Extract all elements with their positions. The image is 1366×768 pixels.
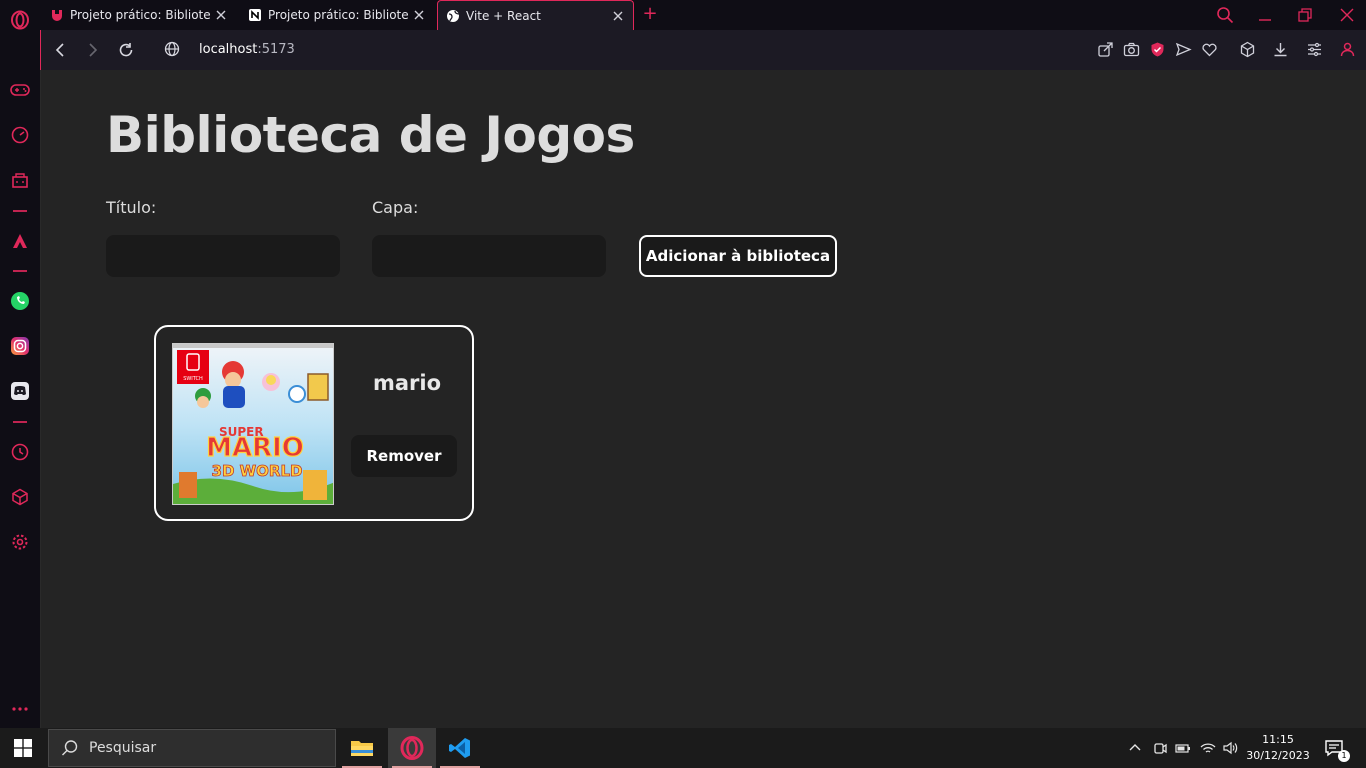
whatsapp-icon[interactable]: [9, 290, 31, 312]
url-port: :5173: [257, 42, 295, 57]
screen: Projeto prático: Biblioteca de Projeto p…: [0, 0, 1366, 768]
forward-arrow-icon[interactable]: [84, 41, 102, 59]
tab-title: Vite + React: [466, 8, 541, 23]
gamepad-icon[interactable]: [9, 79, 31, 101]
reload-icon[interactable]: [117, 41, 135, 59]
title-input[interactable]: [106, 235, 340, 277]
chevron-up-icon[interactable]: [1127, 740, 1143, 756]
tab-vite-react[interactable]: Vite + React: [437, 0, 634, 30]
tab-title: Projeto prático: Biblioteca de: [268, 8, 408, 22]
notification-badge: 1: [1338, 750, 1350, 762]
camera-snapshot-icon[interactable]: [1123, 41, 1140, 58]
globe-icon: [446, 9, 460, 23]
history-clock-icon[interactable]: [9, 441, 31, 463]
url-field[interactable]: localhost:5173: [199, 42, 295, 57]
game-title: mario: [372, 371, 442, 395]
game-card: SWITCH SUPER MARIO 3D WORLD mario Remove…: [154, 325, 474, 521]
aria-icon[interactable]: [9, 230, 31, 252]
opera-icon: [400, 736, 424, 760]
profile-icon[interactable]: [1339, 41, 1356, 58]
notion-icon: [248, 8, 262, 22]
sidebar-separator: [13, 421, 27, 423]
vscode-icon: [449, 738, 470, 758]
heart-bookmark-icon[interactable]: [1201, 41, 1218, 58]
search-icon: [62, 740, 78, 756]
folder-icon: [351, 741, 373, 756]
cube-icon[interactable]: [9, 486, 31, 508]
opera-sidebar: [0, 0, 40, 728]
cover-logo-3dworld: 3D WORLD: [212, 462, 303, 480]
page-title: Biblioteca de Jogos: [106, 106, 635, 164]
easy-setup-icon[interactable]: [1306, 41, 1323, 58]
cover-label: Capa:: [372, 198, 419, 217]
back-arrow-icon[interactable]: [51, 41, 69, 59]
wifi-icon[interactable]: [1200, 740, 1216, 756]
game-cover-image: SWITCH SUPER MARIO 3D WORLD: [172, 343, 334, 505]
site-globe-icon[interactable]: [164, 41, 182, 59]
close-window-icon[interactable]: [1338, 6, 1356, 24]
twitch-like-icon[interactable]: [9, 169, 31, 191]
new-tab-button[interactable]: +: [640, 4, 660, 24]
instagram-icon[interactable]: [9, 335, 31, 357]
speedometer-icon[interactable]: [9, 124, 31, 146]
more-dots-icon[interactable]: [9, 698, 31, 720]
url-host: localhost: [199, 42, 258, 57]
share-icon[interactable]: [1097, 41, 1114, 58]
switch-logo-text: SWITCH: [183, 376, 203, 382]
send-arrow-icon[interactable]: [1175, 41, 1192, 58]
settings-gear-icon[interactable]: [9, 531, 31, 553]
discord-icon[interactable]: [9, 380, 31, 402]
cover-logo-mario: MARIO: [206, 433, 304, 463]
extensions-cube-icon[interactable]: [1239, 41, 1256, 58]
add-to-library-button[interactable]: Adicionar à biblioteca: [639, 235, 837, 277]
vscode-taskbar-button[interactable]: [436, 728, 484, 768]
opera-menu-icon[interactable]: [9, 9, 31, 31]
notification-center-icon[interactable]: 1: [1324, 738, 1350, 762]
windows-taskbar: Pesquisar 11:15 30/12/2023 1: [0, 728, 1366, 768]
sidebar-separator: [13, 210, 27, 212]
tab-projeto-gitlab[interactable]: Projeto prático: Biblioteca de: [42, 0, 236, 30]
cover-input[interactable]: [372, 235, 606, 277]
tab-projeto-notion[interactable]: Projeto prático: Biblioteca de: [240, 0, 434, 30]
battery-icon[interactable]: [1175, 740, 1191, 756]
title-label: Título:: [106, 198, 157, 217]
windows-start-icon[interactable]: [14, 739, 32, 757]
taskbar-search-box[interactable]: Pesquisar: [48, 729, 336, 767]
opera-taskbar-button[interactable]: [388, 728, 436, 768]
remove-game-button[interactable]: Remover: [351, 435, 457, 477]
close-tab-icon[interactable]: [611, 9, 625, 23]
gitlab-like-shield-icon: [50, 8, 64, 22]
tab-title: Projeto prático: Biblioteca de: [70, 8, 210, 22]
close-tab-icon[interactable]: [412, 8, 426, 22]
adblock-shield-icon[interactable]: [1149, 41, 1166, 58]
taskbar-clock[interactable]: 11:15 30/12/2023: [1242, 732, 1314, 764]
page-viewport: Biblioteca de Jogos Título: Capa: Adicio…: [40, 70, 1366, 728]
meet-camera-icon[interactable]: [1152, 740, 1168, 756]
close-tab-icon[interactable]: [214, 8, 228, 22]
volume-icon[interactable]: [1222, 740, 1238, 756]
clock-time: 11:15: [1262, 733, 1294, 746]
minimize-icon[interactable]: [1256, 6, 1274, 24]
sidebar-separator: [13, 270, 27, 272]
clock-date: 30/12/2023: [1246, 749, 1310, 762]
download-icon[interactable]: [1272, 41, 1289, 58]
search-tabs-icon[interactable]: [1216, 6, 1234, 24]
file-explorer-taskbar-button[interactable]: [338, 728, 386, 768]
address-bar: localhost:5173: [40, 30, 1366, 70]
search-placeholder: Pesquisar: [89, 740, 157, 756]
restore-window-icon[interactable]: [1296, 6, 1314, 24]
tab-strip: Projeto prático: Biblioteca de Projeto p…: [40, 0, 1366, 30]
